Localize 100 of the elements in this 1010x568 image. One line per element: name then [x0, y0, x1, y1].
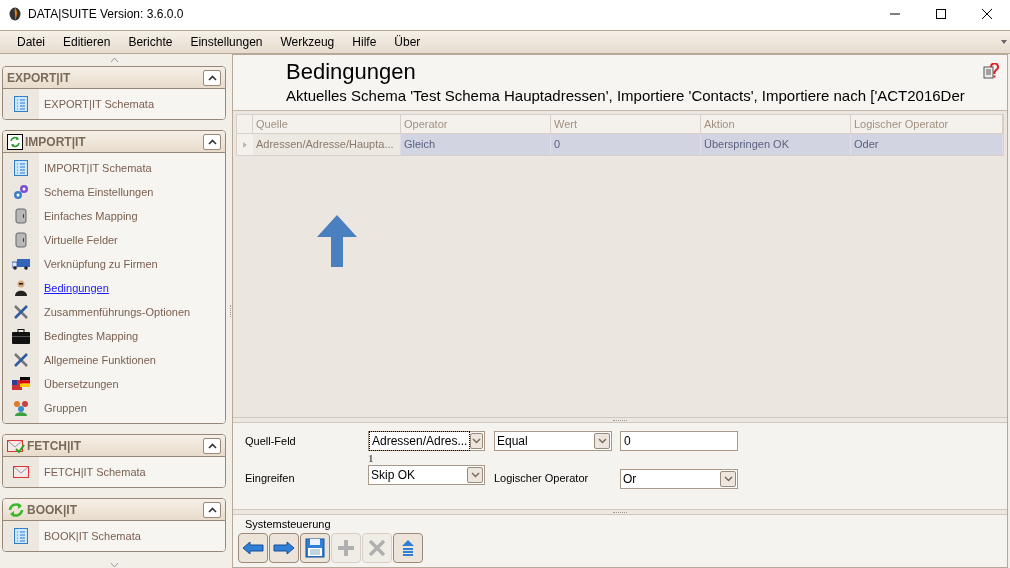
help-icon[interactable]	[983, 63, 999, 79]
truck-icon	[12, 258, 30, 270]
value-field[interactable]: 0	[620, 431, 738, 451]
person-icon	[14, 280, 28, 296]
dropdown-button[interactable]	[470, 433, 483, 449]
flame-icon	[9, 7, 21, 21]
menu-item[interactable]: Berichte	[119, 33, 182, 51]
mail-icon	[7, 438, 25, 453]
dropdown-button[interactable]	[594, 433, 610, 449]
forward-arrow-icon	[273, 541, 295, 555]
toolbar-button[interactable]	[269, 533, 299, 563]
column-header[interactable]: Wert	[551, 115, 701, 133]
people-icon	[12, 400, 30, 416]
row-pointer-icon	[243, 141, 247, 148]
menu-item[interactable]: Über	[385, 33, 430, 51]
menu-item[interactable]: Einstellungen	[181, 33, 272, 51]
dropdown[interactable]: Equal	[494, 431, 612, 451]
back-arrow-icon	[242, 541, 264, 555]
chevron-icon	[207, 506, 217, 513]
list-icon	[14, 96, 28, 112]
chevron-icon	[207, 74, 217, 81]
column-header[interactable]: Operator	[401, 115, 551, 133]
group-title: IMPORT|IT	[25, 133, 86, 151]
table-cell: 0	[551, 134, 701, 155]
dropdown-value: Skip OK	[370, 467, 416, 484]
scroll-up-icon[interactable]	[110, 58, 118, 62]
table-cell: Überspringen OK	[701, 134, 851, 155]
caret-icon	[723, 476, 733, 482]
caret-icon	[597, 438, 607, 444]
dropdown-arrow-icon[interactable]	[1001, 40, 1007, 44]
refresh-icon	[7, 133, 23, 150]
collapse-button[interactable]	[203, 133, 221, 150]
plus-icon	[336, 538, 356, 558]
group-header[interactable]: EXPORT|IT	[3, 67, 225, 89]
sidebar-link[interactable]: EXPORT|IT Schemata	[44, 95, 155, 113]
dropdown-value: Equal	[496, 433, 529, 450]
sidebar-link[interactable]: FETCH|IT Schemata	[44, 463, 146, 481]
collapse-button[interactable]	[203, 501, 221, 518]
menu-item[interactable]: Werkzeug	[271, 33, 344, 51]
cylinder-icon	[15, 232, 27, 248]
column-header[interactable]: Aktion	[701, 115, 851, 133]
table-cell: Oder	[851, 134, 1003, 155]
window-title: DATA|SUITE Version: 3.6.0.0	[28, 6, 184, 23]
table-cell: Gleich	[401, 134, 551, 155]
menu-item[interactable]: Hilfe	[343, 33, 386, 51]
scroll-down-icon[interactable]	[110, 563, 118, 567]
toolbar-title: Systemsteuerung	[244, 517, 332, 532]
page-title: Bedingungen	[286, 58, 416, 86]
caret-icon	[470, 472, 480, 478]
sidebar-link[interactable]: IMPORT|IT Schemata	[44, 159, 152, 177]
chevron-icon	[207, 442, 217, 449]
sidebar-link[interactable]: Virtuelle Felder	[44, 231, 118, 249]
group-header[interactable]: BOOK|IT	[3, 499, 225, 521]
collapse-button[interactable]	[203, 437, 221, 454]
sidebar-link[interactable]: Allgemeine Funktionen	[44, 351, 156, 369]
close-icon	[367, 538, 387, 558]
up-arrow-icon	[317, 215, 357, 267]
sidebar-link[interactable]: Verknüpfung zu Firmen	[44, 255, 158, 273]
sidebar-link[interactable]: Übersetzungen	[44, 375, 119, 393]
table-cell: Adressen/Adresse/Haupta...	[253, 134, 401, 155]
sidebar-link[interactable]: Schema Einstellungen	[44, 183, 154, 201]
sidebar-link[interactable]: BOOK|IT Schemata	[44, 527, 141, 545]
menu-item[interactable]: Editieren	[54, 33, 120, 51]
toolbar-button[interactable]	[300, 533, 330, 563]
list-icon	[14, 160, 28, 176]
maximize-icon	[936, 9, 946, 19]
sidebar-link[interactable]: Zusammenführungs-Optionen	[44, 303, 191, 321]
refresh-icon	[7, 501, 25, 518]
page-subtitle: Aktuelles Schema 'Test Schema Hauptadressen', Importiere 'Contacts', Importiere nach ['ACT2016Der	[286, 86, 966, 106]
chevron-icon	[207, 138, 217, 145]
group-header[interactable]: IMPORT|IT	[3, 131, 225, 153]
toolbar-button[interactable]	[393, 533, 423, 563]
dropdown-button[interactable]	[720, 471, 736, 487]
group-title: EXPORT|IT	[7, 69, 71, 87]
dropdown-button[interactable]	[467, 467, 483, 483]
tools-icon	[13, 352, 29, 368]
toolbar-button[interactable]	[238, 533, 268, 563]
group-header[interactable]: FETCH|IT	[3, 435, 225, 457]
column-header[interactable]: Logischer Operator	[851, 115, 1003, 133]
dropdown[interactable]: Skip OK	[368, 465, 485, 485]
upload-icon	[401, 539, 415, 557]
save-icon	[305, 538, 325, 558]
sidebar-link[interactable]: Einfaches Mapping	[44, 207, 138, 225]
group-title: FETCH|IT	[27, 437, 82, 455]
dropdown-value: Or	[622, 471, 638, 488]
gears-icon	[13, 184, 29, 200]
sidebar-link[interactable]: Gruppen	[44, 399, 87, 417]
field-label: Eingreifen	[245, 470, 296, 486]
collapse-button[interactable]	[203, 69, 221, 86]
field-label: Quell-Feld	[245, 433, 297, 449]
field-label: Logischer Operator	[494, 470, 590, 486]
counter-label: 1	[368, 450, 375, 466]
briefcase-icon	[12, 328, 30, 344]
sidebar-link[interactable]: Bedingtes Mapping	[44, 327, 139, 345]
close-icon	[982, 9, 992, 19]
menu-item[interactable]: Datei	[8, 33, 54, 51]
dropdown[interactable]: Or	[620, 469, 738, 489]
column-header[interactable]: Quelle	[253, 115, 401, 133]
mail-icon	[13, 466, 29, 478]
sidebar-link[interactable]: Bedingungen	[44, 279, 109, 297]
